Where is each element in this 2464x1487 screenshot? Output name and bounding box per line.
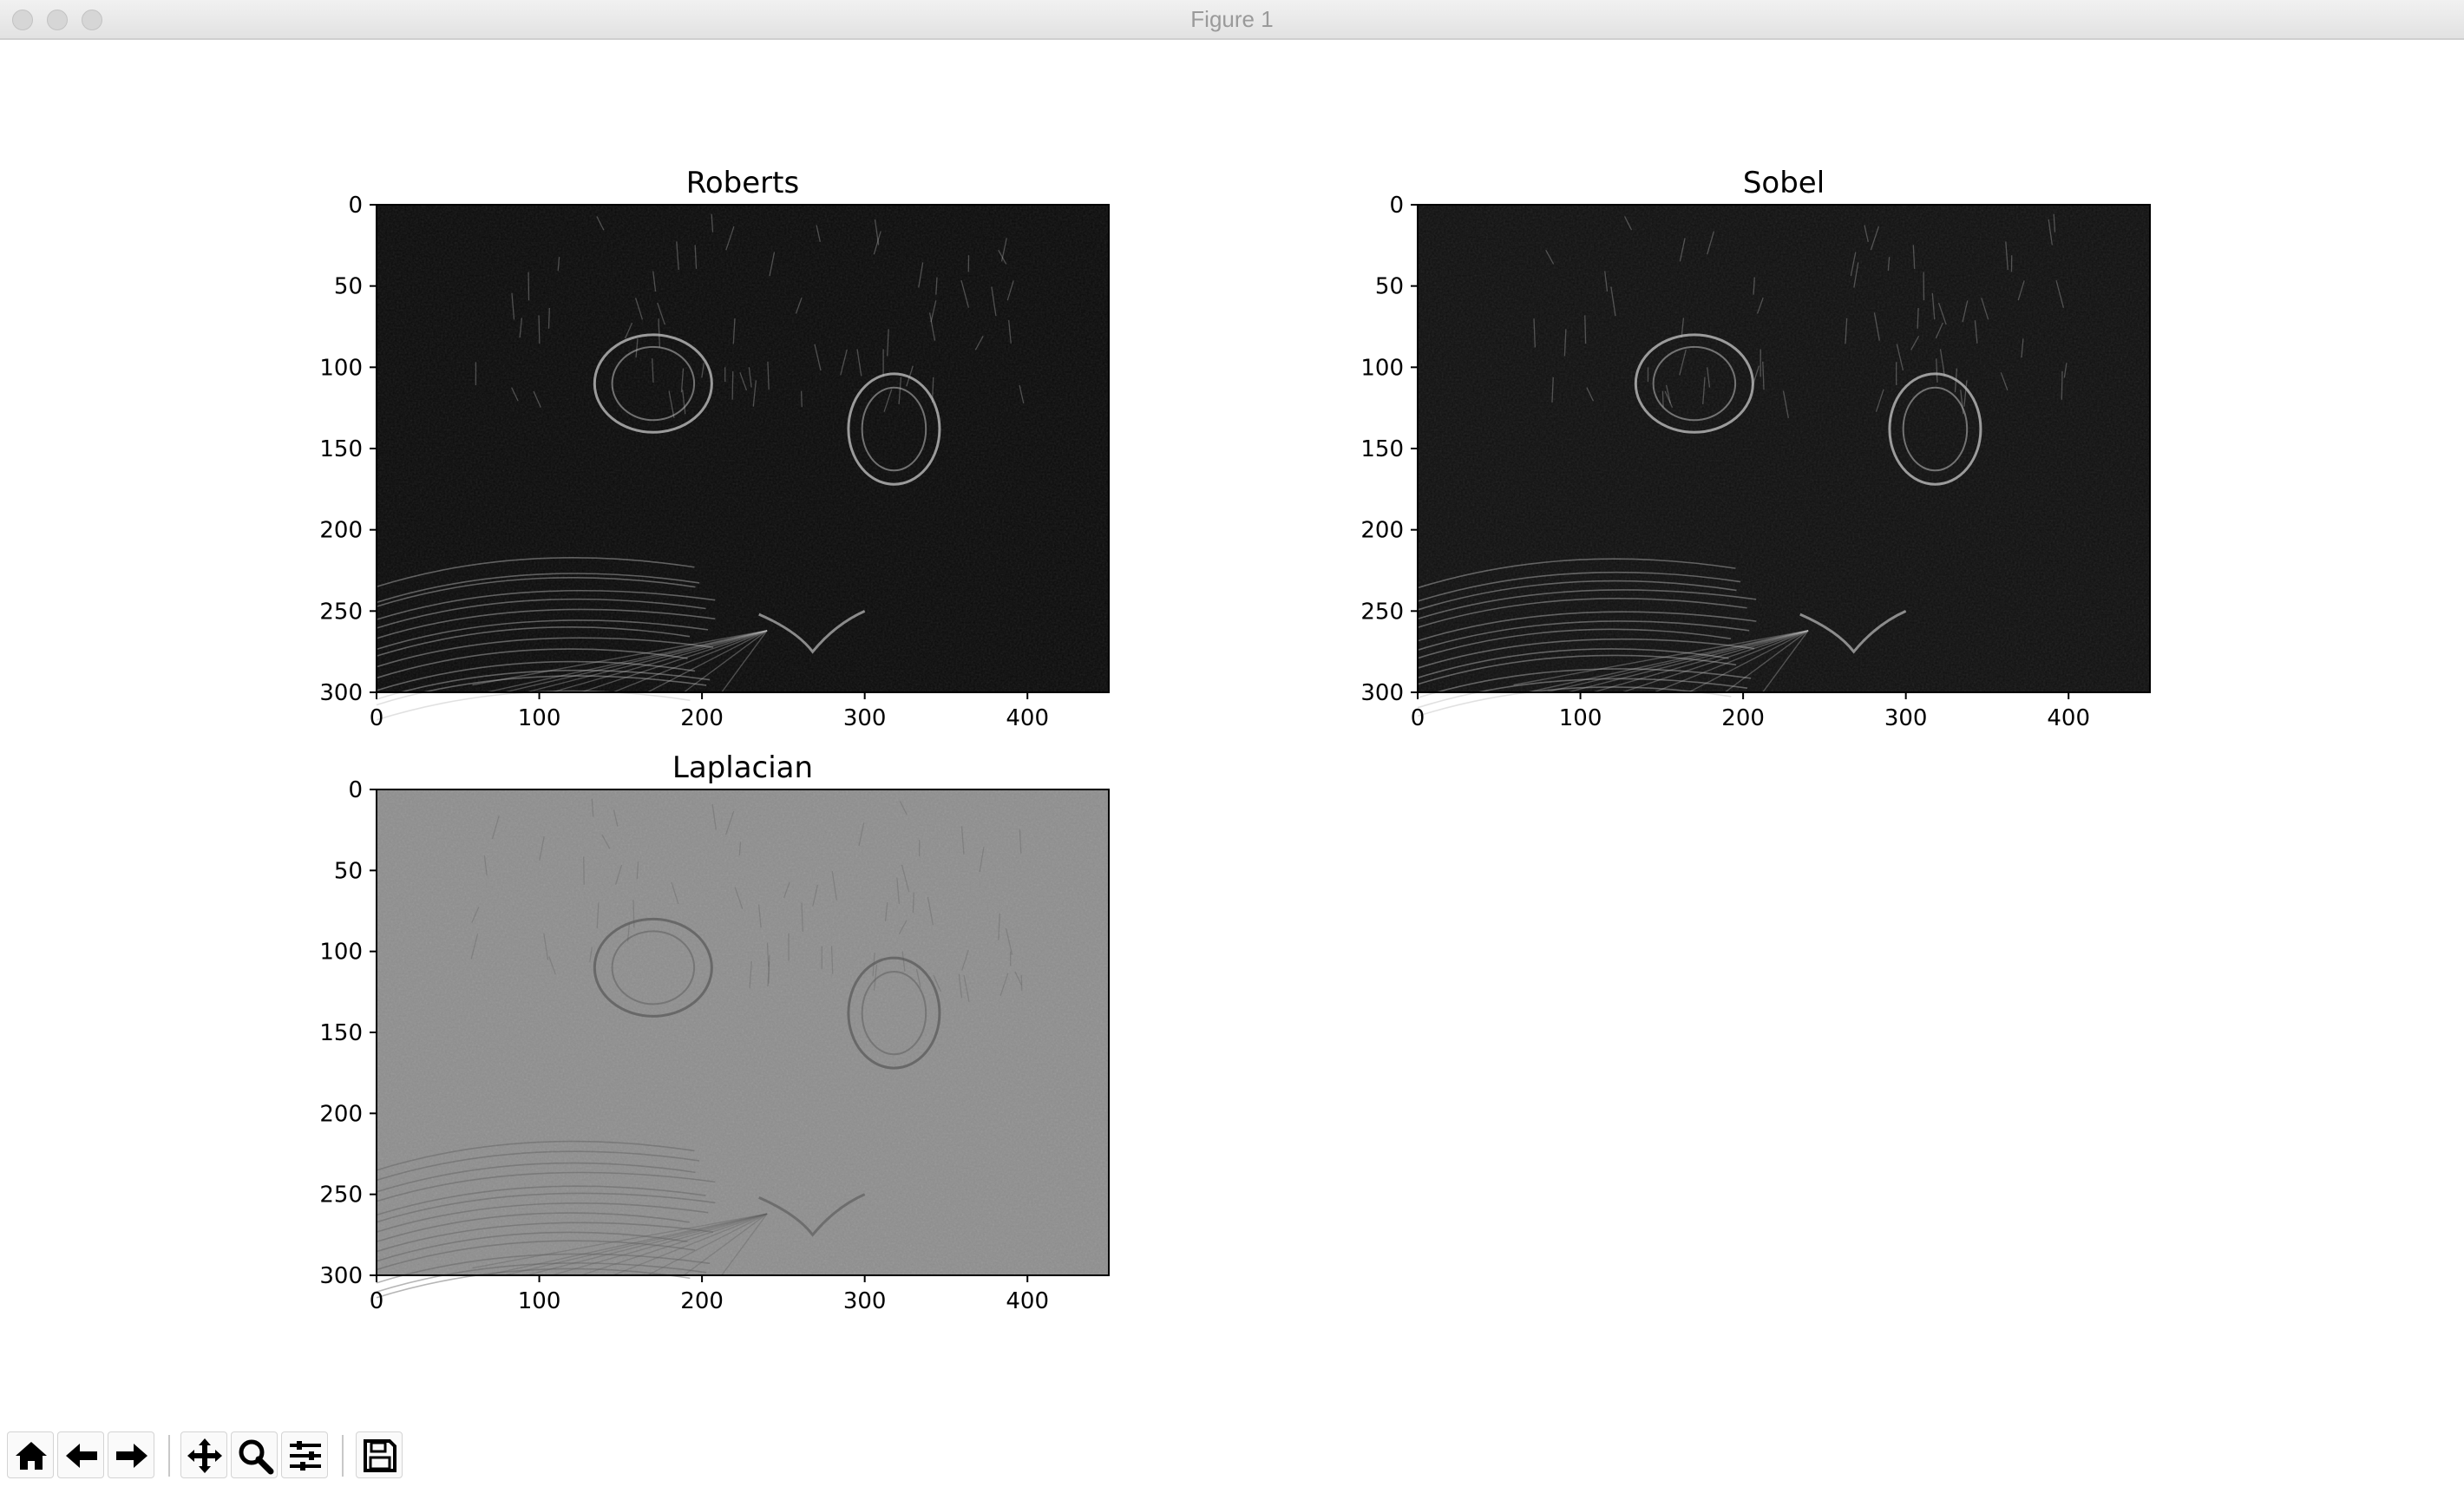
fur-streak <box>1661 390 1664 408</box>
x-tick-label: 200 <box>1721 705 1765 731</box>
fur-streak <box>912 892 914 914</box>
fur-streak <box>538 315 541 344</box>
x-tick-label: 100 <box>518 1288 561 1314</box>
fur-streak <box>731 370 734 400</box>
subplot-laplacian: Laplacian 0 100 200 300 400 0 50 100 150 200 250 300 <box>319 750 1110 1314</box>
x-tick-label: 100 <box>518 705 561 731</box>
subplot-sobel: Sobel 0 100 200 300 400 0 50 100 150 200 250 300 <box>1360 166 2151 731</box>
x-tick-label: 400 <box>1006 1288 1049 1314</box>
zoom-icon <box>239 1439 274 1475</box>
y-tick-label: 200 <box>319 1101 363 1127</box>
figure-svg: Roberts0 100 200 300 400050100150200250300So… <box>319 166 2151 1314</box>
navigation-toolbar <box>0 1428 2464 1487</box>
window-titlebar: Figure 1 <box>0 0 2464 40</box>
save-button[interactable] <box>356 1431 403 1478</box>
x-tick-label: 0 <box>370 1288 384 1314</box>
x-tick-label: 200 <box>680 705 724 731</box>
x-tick-label: 400 <box>2047 705 2090 731</box>
toolbar-separator <box>342 1435 344 1477</box>
y-tick-label: 0 <box>348 777 363 803</box>
y-tick-label: 200 <box>319 518 363 544</box>
forward-arrow-icon <box>116 1444 147 1468</box>
x-tick-label: 0 <box>370 705 384 731</box>
fur-streak <box>1584 315 1587 344</box>
y-tick-label: 50 <box>334 858 363 884</box>
y-tick-label: 300 <box>319 1263 363 1289</box>
save-icon <box>364 1439 396 1472</box>
back-arrow-icon <box>66 1444 97 1468</box>
pan-icon <box>187 1438 222 1473</box>
image-texture <box>377 205 1109 692</box>
toolbar-separator <box>168 1435 170 1477</box>
figure-canvas[interactable]: Roberts 0 100 200 300 400 0 50 100 150 200 250 300 So… <box>0 40 2464 1428</box>
x-tick-label: 100 <box>1559 705 1602 731</box>
y-tick-label: 300 <box>1360 680 1404 706</box>
x-tick-label: 300 <box>1884 705 1928 731</box>
x-tick-label: 400 <box>1006 705 1049 731</box>
y-tick-label: 100 <box>319 940 363 966</box>
y-tick-label: 250 <box>319 599 363 625</box>
back-button[interactable] <box>57 1431 104 1478</box>
y-tick-label: 0 <box>1389 193 1404 219</box>
y-tick-label: 250 <box>319 1182 363 1209</box>
fur-streak <box>2061 370 2063 400</box>
y-tick-label: 100 <box>319 355 363 381</box>
home-button[interactable] <box>7 1431 54 1478</box>
fur-streak <box>1020 974 1023 992</box>
fur-streak <box>800 390 803 408</box>
configure-subplots-icon <box>290 1441 321 1471</box>
y-tick-label: 200 <box>1360 518 1404 544</box>
y-tick-label: 150 <box>319 1020 363 1046</box>
fur-streak <box>1917 307 1919 329</box>
x-tick-label: 200 <box>680 1288 724 1314</box>
y-tick-label: 150 <box>319 436 363 462</box>
subplot-title: Roberts <box>686 166 799 200</box>
x-tick-label: 300 <box>843 1288 887 1314</box>
zoom-button[interactable] <box>231 1431 278 1478</box>
y-tick-label: 300 <box>319 680 363 706</box>
forward-button[interactable] <box>108 1431 154 1478</box>
y-tick-label: 250 <box>1360 599 1404 625</box>
fur-streak <box>547 307 550 329</box>
subplot-roberts: Roberts 0 100 200 300 400 0 50 100 150 200 250 300 <box>319 166 1110 731</box>
configure-subplots-button[interactable] <box>281 1431 328 1478</box>
image-texture <box>1418 205 2150 692</box>
home-icon <box>16 1442 47 1470</box>
y-tick-label: 100 <box>1360 355 1404 381</box>
x-tick-label: 300 <box>843 705 887 731</box>
x-tick-label: 0 <box>1411 705 1425 731</box>
image-texture <box>377 789 1109 1275</box>
y-tick-label: 150 <box>1360 436 1404 462</box>
subplot-title: Sobel <box>1743 166 1825 200</box>
fur-streak <box>632 900 635 928</box>
y-tick-label: 50 <box>334 274 363 300</box>
y-tick-label: 50 <box>1375 274 1404 300</box>
subplot-title: Laplacian <box>672 750 813 785</box>
window-title: Figure 1 <box>1190 6 1274 32</box>
pan-button[interactable] <box>180 1431 227 1478</box>
y-tick-label: 0 <box>348 193 363 219</box>
